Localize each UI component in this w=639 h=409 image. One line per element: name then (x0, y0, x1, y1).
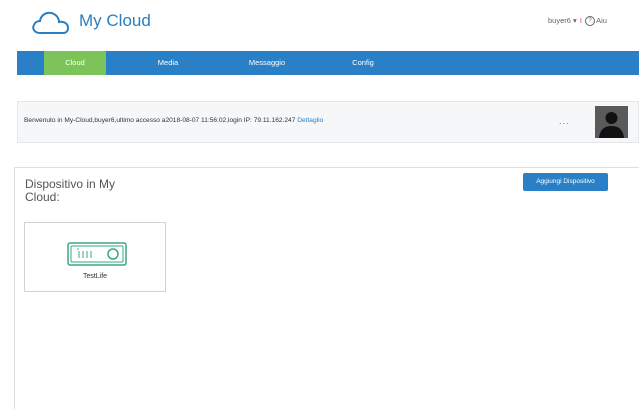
help-link[interactable]: ? Aiu (585, 16, 607, 27)
chevron-down-icon: ▾ (573, 16, 577, 25)
nav-cloud[interactable]: Cloud (44, 51, 106, 75)
welcome-bar: Benvenuto in My-Cloud,buyer6,ultimo acce… (17, 101, 639, 143)
router-icon (67, 242, 127, 266)
header: My Cloud buyer6 ▾ I ? Aiu (0, 0, 639, 48)
nav-media[interactable]: Media (135, 51, 201, 75)
more-icon[interactable]: ... (559, 116, 570, 126)
device-card[interactable]: TestLife (24, 222, 166, 292)
cloud-icon (32, 11, 70, 34)
brand-title: My Cloud (79, 11, 151, 30)
nav-messaggio[interactable]: Messaggio (232, 51, 302, 75)
detail-link[interactable]: Dettaglio (297, 117, 323, 124)
user-silhouette-icon (595, 106, 628, 138)
devices-title: Dispositivo in My Cloud: (25, 177, 116, 204)
welcome-text: Benvenuto in My-Cloud,buyer6,ultimo acce… (24, 117, 323, 124)
user-menu[interactable]: buyer6 ▾ (548, 16, 577, 25)
username: buyer6 (548, 16, 571, 25)
avatar[interactable] (595, 106, 628, 138)
help-icon: ? (585, 16, 596, 27)
add-device-button[interactable]: Aggiungi Dispositivo (523, 173, 608, 191)
nav-config[interactable]: Config (332, 51, 394, 75)
welcome-message: Benvenuto in My-Cloud,buyer6,ultimo acce… (24, 117, 298, 124)
main-nav: Cloud Media Messaggio Config (17, 51, 639, 75)
devices-panel: Dispositivo in My Cloud: Aggiungi Dispos… (14, 167, 639, 409)
help-label: Aiu (596, 16, 607, 25)
device-name: TestLife (82, 273, 108, 280)
separator: I (579, 16, 582, 25)
user-area: buyer6 ▾ I ? Aiu (548, 16, 607, 27)
